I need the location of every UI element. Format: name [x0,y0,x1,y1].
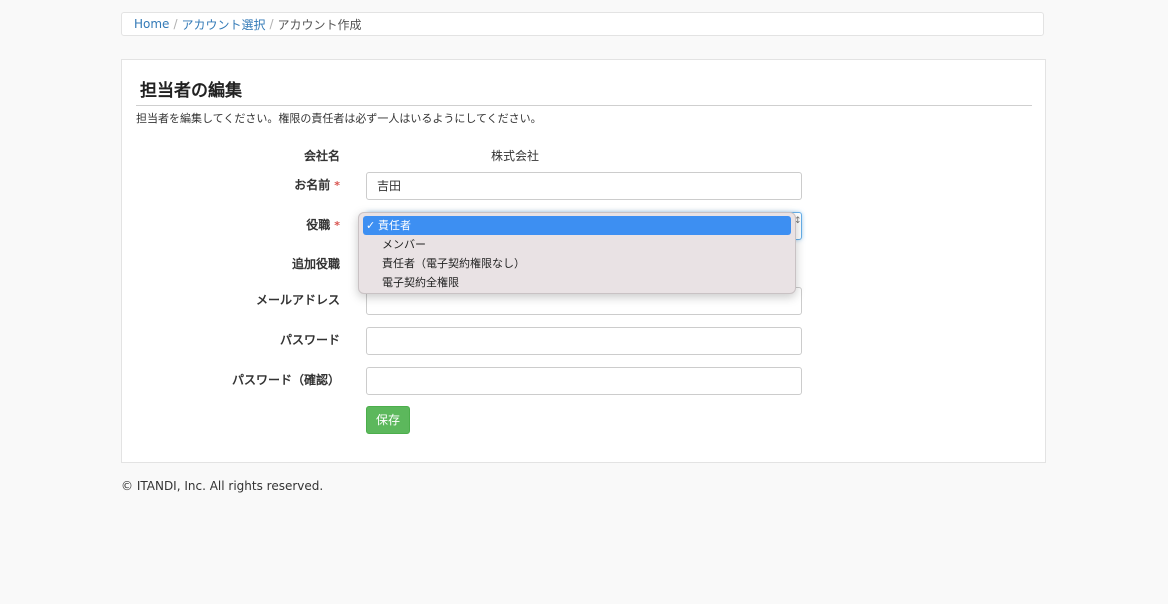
name-label: お名前 * [294,176,340,193]
page-description: 担当者を編集してください。権限の責任者は必ず一人はいるようにしてください。 [136,112,542,125]
password-label: パスワード [279,333,340,347]
role-option[interactable]: 電子契約全権限 [363,273,791,292]
email-label: メールアドレス [255,293,340,307]
required-mark: * [334,179,340,192]
company-value: 株式会社 [491,149,540,163]
role-label-text: 役職 [306,218,331,232]
role-dropdown-menu: ✓ 責任者 メンバー 責任者（電子契約権限なし） 電子契約全権限 [358,212,796,294]
role-option-label: 責任者 [378,219,411,232]
breadcrumb: Home / アカウント選択 / アカウント作成 [121,12,1044,36]
password-input[interactable] [366,327,802,355]
checkmark-icon: ✓ [366,219,376,232]
role-option-label: メンバー [382,238,426,251]
role-option-label: 責任者（電子契約権限なし） [382,257,525,270]
name-label-text: お名前 [294,178,331,192]
role-option[interactable]: メンバー [363,235,791,254]
breadcrumb-current: アカウント作成 [277,17,362,32]
required-mark: * [334,219,340,232]
footer-copyright: © ITANDI, Inc. All rights reserved. [121,479,324,493]
breadcrumb-account-select-link[interactable]: アカウント選択 [181,16,265,33]
role-option[interactable]: 責任者（電子契約権限なし） [363,254,791,273]
breadcrumb-separator: / [269,17,274,31]
password-confirm-label: パスワード（確認） [231,373,340,387]
breadcrumb-separator: / [173,17,178,31]
breadcrumb-home-link[interactable]: Home [134,17,169,31]
extra-role-label: 追加役職 [291,257,340,271]
role-label: 役職 * [306,216,340,233]
company-label: 会社名 [303,149,340,163]
title-divider [136,105,1032,106]
role-option[interactable]: ✓ 責任者 [363,216,791,235]
save-button[interactable]: 保存 [366,406,410,434]
password-confirm-input[interactable] [366,367,802,395]
page-title: 担当者の編集 [140,81,242,101]
role-option-label: 電子契約全権限 [382,276,459,289]
name-input[interactable]: 吉田 [366,172,802,200]
